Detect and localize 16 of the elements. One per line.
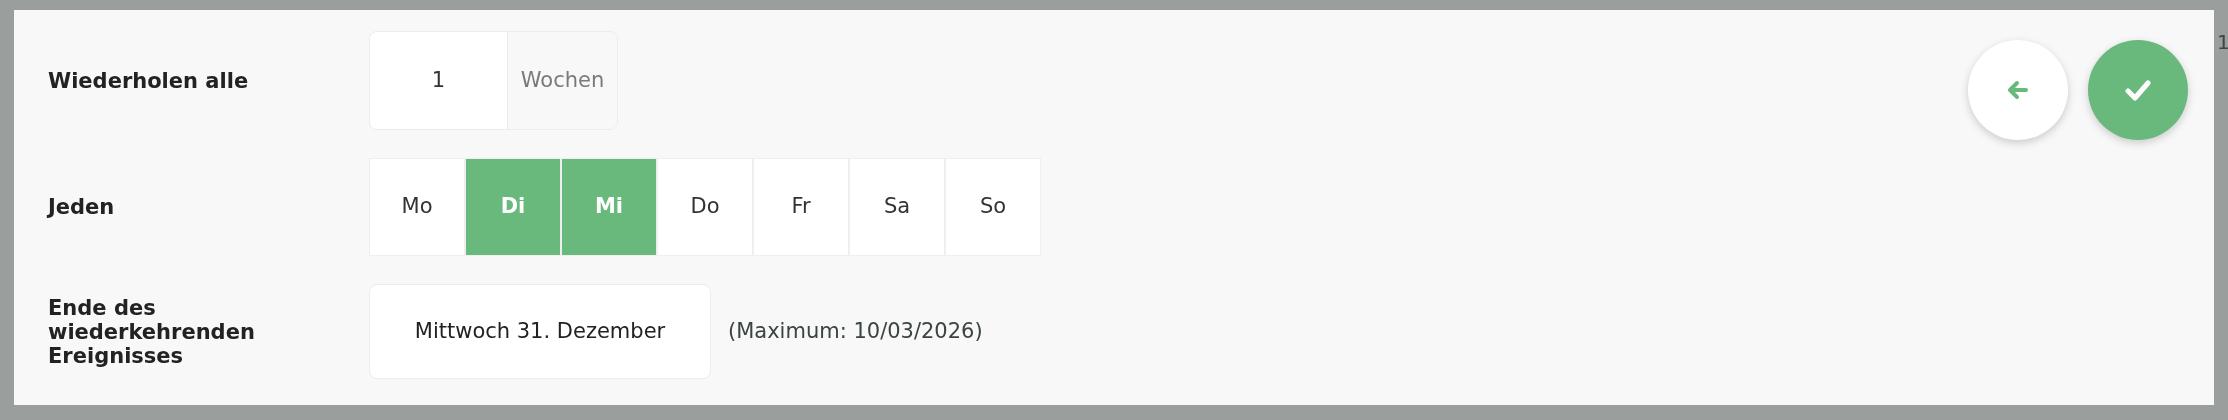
field-label: Jeden — [48, 195, 116, 219]
field-label: Ende des wiederkehrenden Ereignisses — [48, 295, 256, 368]
weekday-toggle[interactable]: So — [946, 159, 1040, 255]
field-label: Wiederholen alle — [48, 68, 250, 93]
arrow-left-icon — [2006, 78, 2030, 102]
weekday-toggle[interactable]: Mo — [370, 159, 464, 255]
maximum-note: (Maximum: 10/03/2026) — [728, 317, 983, 345]
confirm-button[interactable] — [2088, 40, 2188, 140]
weekday-toggle[interactable]: Do — [658, 159, 752, 255]
back-button[interactable] — [1968, 40, 2068, 140]
interval-input[interactable]: 1 — [370, 32, 508, 129]
weekday-toggle[interactable]: Fr — [754, 159, 848, 255]
backdrop-text: 1 — [2216, 30, 2228, 54]
checkmark-icon — [2125, 79, 2151, 101]
end-date-button[interactable]: Mittwoch 31. Dezember — [369, 284, 711, 379]
weekday-toggle[interactable]: Sa — [850, 159, 944, 255]
